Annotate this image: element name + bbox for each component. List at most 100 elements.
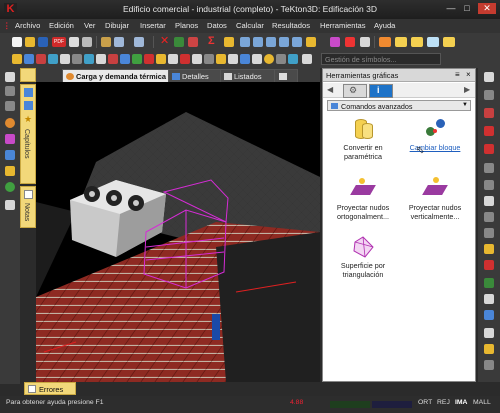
menu-ver[interactable]: Ver: [84, 21, 95, 30]
settings-tool-icon[interactable]: [484, 360, 494, 370]
3d-viewport[interactable]: [36, 82, 320, 382]
menu-herramientas[interactable]: Herramientas: [320, 21, 366, 30]
pdf-export-icon[interactable]: PDF: [52, 37, 66, 47]
zoom-extents-icon[interactable]: [279, 37, 289, 47]
circle-icon[interactable]: [72, 54, 82, 64]
command-group-select[interactable]: Comandos avanzados ▼: [327, 100, 471, 111]
menu-insertar[interactable]: Insertar: [140, 21, 166, 30]
print-icon[interactable]: [82, 37, 92, 47]
tool-icon[interactable]: [224, 37, 234, 47]
symbol-search-input[interactable]: Gestión de símbolos...: [321, 53, 441, 65]
close-icon[interactable]: ✕: [478, 3, 496, 14]
redo-icon[interactable]: [134, 37, 144, 47]
connector-icon[interactable]: [484, 310, 494, 320]
text-tool-icon[interactable]: [484, 196, 494, 206]
render-icon[interactable]: [5, 134, 15, 144]
tab-settings-category[interactable]: ⚙: [343, 84, 367, 98]
section-plane-icon[interactable]: [5, 166, 15, 176]
menu-archivo[interactable]: Archivo: [15, 21, 40, 30]
beam-icon[interactable]: [484, 108, 494, 118]
walk-icon[interactable]: [5, 101, 15, 111]
door-icon[interactable]: [484, 244, 494, 254]
rotate-icon[interactable]: [180, 54, 190, 64]
duct-icon[interactable]: [484, 278, 494, 288]
warning-icon[interactable]: [484, 144, 494, 154]
mirror-icon[interactable]: [192, 54, 202, 64]
menu-planos[interactable]: Planos: [175, 21, 198, 30]
chamfer-icon[interactable]: [276, 54, 286, 64]
pan-icon[interactable]: [292, 37, 302, 47]
panel-close-icon[interactable]: ×: [466, 70, 471, 79]
menu-calcular[interactable]: Calcular: [236, 21, 264, 30]
terrain-icon[interactable]: [484, 328, 494, 338]
wall-icon[interactable]: [484, 163, 494, 173]
cmd-change-block[interactable]: Cambiar bloque: [401, 117, 469, 153]
view-detail-icon[interactable]: [443, 37, 455, 47]
pipe-icon[interactable]: [484, 260, 494, 270]
rectangle-icon[interactable]: [60, 54, 70, 64]
prev-category-icon[interactable]: ◀: [327, 85, 333, 94]
minimize-icon[interactable]: —: [444, 3, 458, 14]
next-category-icon[interactable]: ▶: [464, 85, 470, 94]
explode-icon[interactable]: [288, 54, 298, 64]
view-elevation-icon[interactable]: [411, 37, 423, 47]
ramp-icon[interactable]: [484, 228, 494, 238]
cmd-convert-parametric[interactable]: Convertir en paramétrica: [329, 117, 397, 161]
array-icon[interactable]: [216, 54, 226, 64]
cmd-project-orthogonal[interactable]: Proyectar nudos ortogonalment...: [329, 177, 397, 221]
view-plan-icon[interactable]: [395, 37, 407, 47]
cut-icon[interactable]: [101, 37, 111, 47]
dimension-icon[interactable]: [108, 54, 118, 64]
snap-icon[interactable]: [24, 54, 34, 64]
line-icon[interactable]: [36, 54, 46, 64]
copy-icon[interactable]: [168, 54, 178, 64]
offset-icon[interactable]: [228, 54, 238, 64]
hatch-icon[interactable]: [120, 54, 130, 64]
node-icon[interactable]: [484, 90, 494, 100]
select-icon[interactable]: [5, 72, 15, 82]
brush-icon[interactable]: [188, 37, 198, 47]
save-icon[interactable]: [38, 37, 48, 47]
layer-icon[interactable]: [12, 54, 22, 64]
errors-tab[interactable]: Errores: [24, 382, 76, 395]
toggle-magnet[interactable]: IMA: [455, 399, 467, 409]
move-icon[interactable]: [156, 54, 166, 64]
tab-chapters[interactable]: ★ Capítulos: [20, 84, 36, 184]
text-icon[interactable]: [96, 54, 106, 64]
maximize-icon[interactable]: □: [460, 3, 474, 14]
camera-icon[interactable]: [5, 150, 15, 160]
menu-dibujar[interactable]: Dibujar: [105, 21, 129, 30]
orbit-icon[interactable]: [5, 86, 15, 96]
chevron-down-icon[interactable]: ▼: [462, 102, 468, 108]
cmd-triangulation-surface[interactable]: Superficie por triangulación: [329, 235, 397, 279]
stair-icon[interactable]: [484, 212, 494, 222]
polyline-icon[interactable]: [48, 54, 58, 64]
block-icon[interactable]: [132, 54, 142, 64]
zoom-window-icon[interactable]: [240, 37, 250, 47]
sum-icon[interactable]: Σ: [208, 35, 218, 47]
zoom-in-icon[interactable]: [253, 37, 263, 47]
check-icon[interactable]: [174, 37, 184, 47]
menu-resultados[interactable]: Resultados: [272, 21, 310, 30]
light-icon[interactable]: [5, 118, 15, 128]
properties-icon[interactable]: [360, 37, 370, 47]
column-icon[interactable]: [484, 126, 494, 136]
pencil-icon[interactable]: [345, 37, 355, 47]
open-folder-icon[interactable]: [25, 37, 35, 47]
cmd-project-vertical[interactable]: Proyectar nudos verticalmente...: [401, 177, 469, 221]
undo-icon[interactable]: [114, 37, 124, 47]
fixture-icon[interactable]: [484, 294, 494, 304]
print-preview-icon[interactable]: [69, 37, 79, 47]
tab-info-category[interactable]: i: [369, 84, 393, 98]
delete-icon[interactable]: ✕: [160, 36, 170, 47]
scale-icon[interactable]: [204, 54, 214, 64]
toggle-ortho[interactable]: ORT: [418, 399, 432, 409]
toggle-grid[interactable]: REJ: [437, 399, 450, 409]
tab-notes[interactable]: Notas: [20, 186, 36, 228]
pin-icon[interactable]: ≡: [455, 70, 460, 79]
zoom-out-icon[interactable]: [266, 37, 276, 47]
measure-icon[interactable]: [302, 54, 312, 64]
menu-edicion[interactable]: Edición: [49, 21, 74, 30]
stop-icon[interactable]: [144, 54, 154, 64]
new-file-icon[interactable]: [12, 37, 22, 47]
